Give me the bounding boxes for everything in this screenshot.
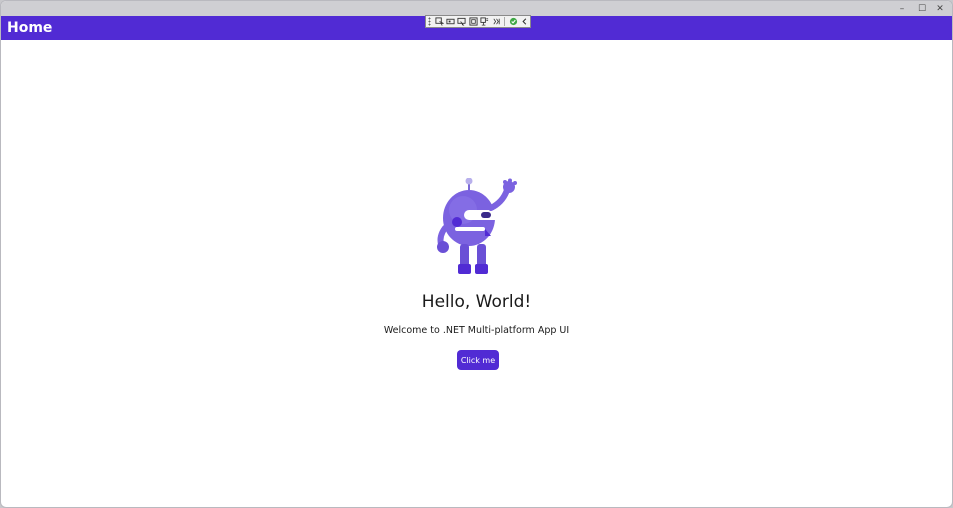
close-button[interactable]: ✕ (930, 1, 950, 16)
app-window: – ☐ ✕ Home Hello, World! Welcome to .NET… (0, 0, 953, 508)
collapse-icon[interactable] (520, 16, 530, 27)
hot-reload-icon[interactable] (491, 16, 501, 27)
main-content: Hello, World! Welcome to .NET Multi-plat… (1, 40, 952, 507)
track-focused-element-icon[interactable] (457, 16, 467, 27)
dotnet-bot-image (437, 178, 517, 274)
title-bar: – ☐ ✕ (1, 1, 952, 16)
welcome-text: Welcome to .NET Multi-platform App UI (383, 325, 570, 336)
hello-heading: Hello, World! (421, 292, 532, 312)
hot-reload-status-icon[interactable] (508, 16, 518, 27)
click-me-button[interactable]: Click me (457, 350, 499, 370)
go-to-live-visual-tree-icon[interactable] (479, 16, 489, 27)
select-element-icon[interactable] (434, 16, 444, 27)
minimize-button[interactable]: – (892, 1, 912, 16)
page-title: Home (7, 20, 53, 36)
maximize-button[interactable]: ☐ (912, 1, 932, 16)
xaml-debug-toolbar (425, 15, 531, 28)
display-layout-adorners-icon[interactable] (445, 16, 455, 27)
toolbar-separator (504, 17, 506, 26)
preview-selection-icon[interactable] (468, 16, 478, 27)
toolbar-grip-icon[interactable] (428, 17, 431, 26)
